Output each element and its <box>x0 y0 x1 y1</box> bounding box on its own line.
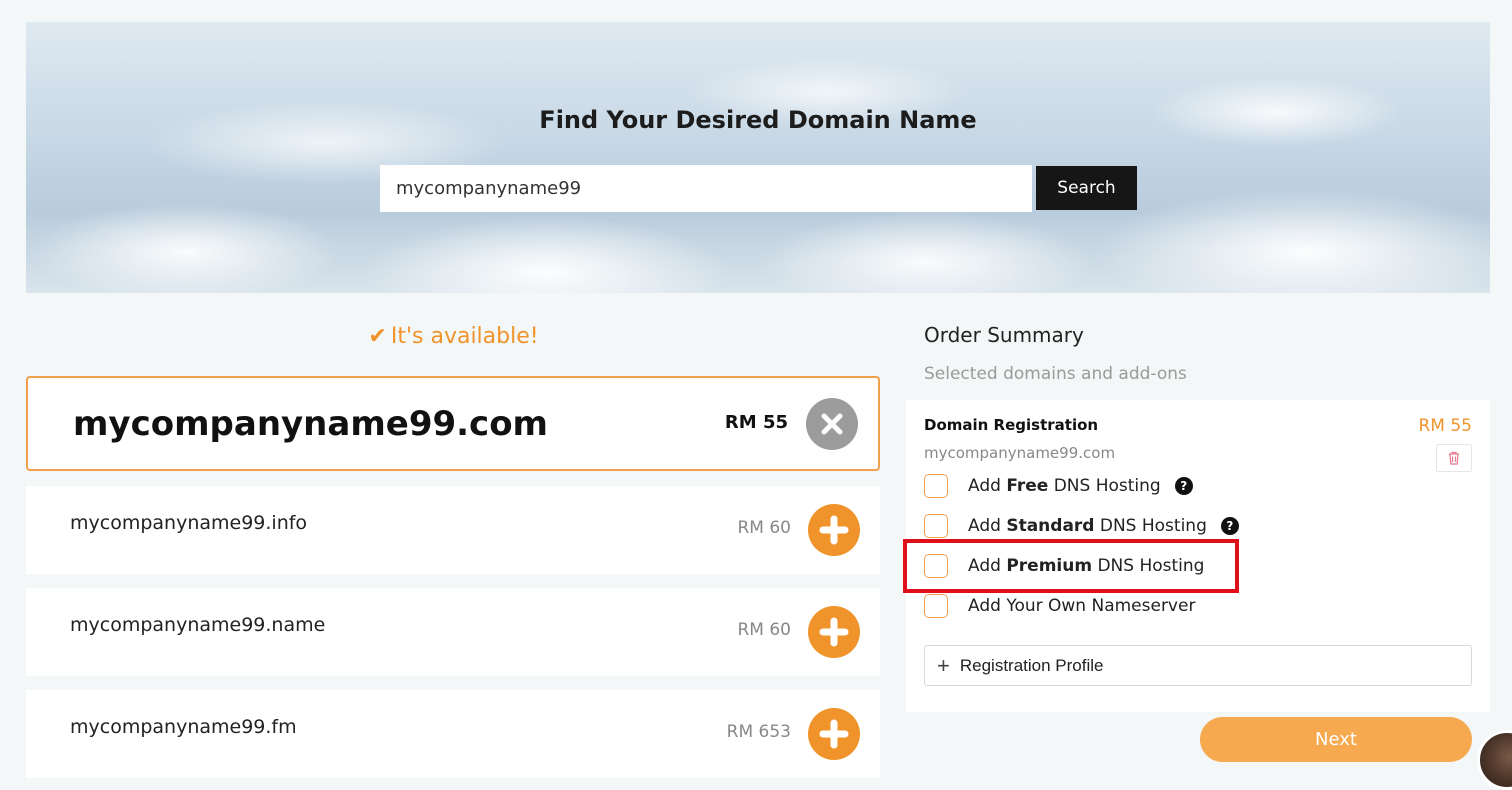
domain-registration-price: RM 55 <box>1418 416 1472 436</box>
selected-domain-card: mycompanyname99.com RM 55 <box>26 376 880 471</box>
checkmark-icon: ✔ <box>368 324 387 349</box>
hero-banner: Find Your Desired Domain Name Search <box>26 22 1490 293</box>
addon-label-prefix: Add Your Own Nameserver <box>968 596 1196 616</box>
domain-option-price: RM 60 <box>737 518 791 538</box>
domain-option-name: mycompanyname99.name <box>70 614 326 636</box>
selected-domain-price: RM 55 <box>724 412 788 433</box>
addon-label-bold: Standard <box>1006 516 1095 536</box>
hero-title: Find Your Desired Domain Name <box>539 106 977 134</box>
addon-checkbox[interactable] <box>924 474 948 498</box>
add-domain-button[interactable] <box>808 606 860 658</box>
next-button[interactable]: Next <box>1200 717 1472 762</box>
chat-avatar[interactable] <box>1477 730 1512 790</box>
domain-registration-label: Domain Registration <box>924 416 1099 434</box>
add-domain-button[interactable] <box>808 708 860 760</box>
plus-icon <box>819 515 849 545</box>
availability-status: ✔ It's available! <box>26 324 881 349</box>
addon-own-nameserver[interactable]: Add Your Own Nameserver <box>924 593 1195 619</box>
add-domain-button[interactable] <box>808 504 860 556</box>
question-circle-icon[interactable]: ? <box>1220 517 1239 535</box>
addon-checkbox[interactable] <box>924 514 948 538</box>
registration-profile-label: Registration Profile <box>959 655 1104 675</box>
plus-icon <box>819 617 849 647</box>
delete-domain-button[interactable] <box>1436 444 1472 472</box>
domain-option-price: RM 653 <box>726 722 791 742</box>
plus-icon <box>819 719 849 749</box>
domain-option-card: mycompanyname99.fm RM 653 <box>26 690 880 778</box>
plus-icon: + <box>937 652 950 678</box>
domain-option-name: mycompanyname99.fm <box>70 716 297 738</box>
availability-text: It's available! <box>390 324 539 349</box>
trash-icon <box>1449 451 1459 465</box>
addon-free-dns[interactable]: Add Free DNS Hosting ? <box>924 473 1193 499</box>
addon-label-prefix: Add <box>968 516 1001 536</box>
addon-checkbox[interactable] <box>924 594 948 618</box>
domain-option-price: RM 60 <box>737 620 791 640</box>
domain-option-name: mycompanyname99.info <box>70 512 308 534</box>
selected-domain-name: mycompanyname99.com <box>73 404 548 444</box>
order-summary-subtitle: Selected domains and add-ons <box>924 364 1187 384</box>
order-summary-title: Order Summary <box>924 323 1084 347</box>
close-icon <box>821 413 843 435</box>
remove-domain-button[interactable] <box>806 398 858 450</box>
domain-option-card: mycompanyname99.name RM 60 <box>26 588 880 676</box>
registration-profile-button[interactable]: + Registration Profile <box>924 645 1472 686</box>
addon-label-suffix: DNS Hosting <box>1099 516 1207 536</box>
addon-label-bold: Free <box>1006 476 1049 496</box>
domain-registration-name: mycompanyname99.com <box>924 444 1116 462</box>
addon-label-suffix: DNS Hosting <box>1053 476 1161 496</box>
domain-search-input[interactable] <box>380 165 1032 212</box>
addon-label-prefix: Add <box>968 476 1001 496</box>
question-circle-icon[interactable]: ? <box>1174 477 1193 495</box>
premium-dns-highlight <box>903 539 1239 593</box>
addon-standard-dns[interactable]: Add Standard DNS Hosting ? <box>924 513 1239 539</box>
search-button[interactable]: Search <box>1036 166 1137 210</box>
domain-option-card: mycompanyname99.info RM 60 <box>26 486 880 574</box>
